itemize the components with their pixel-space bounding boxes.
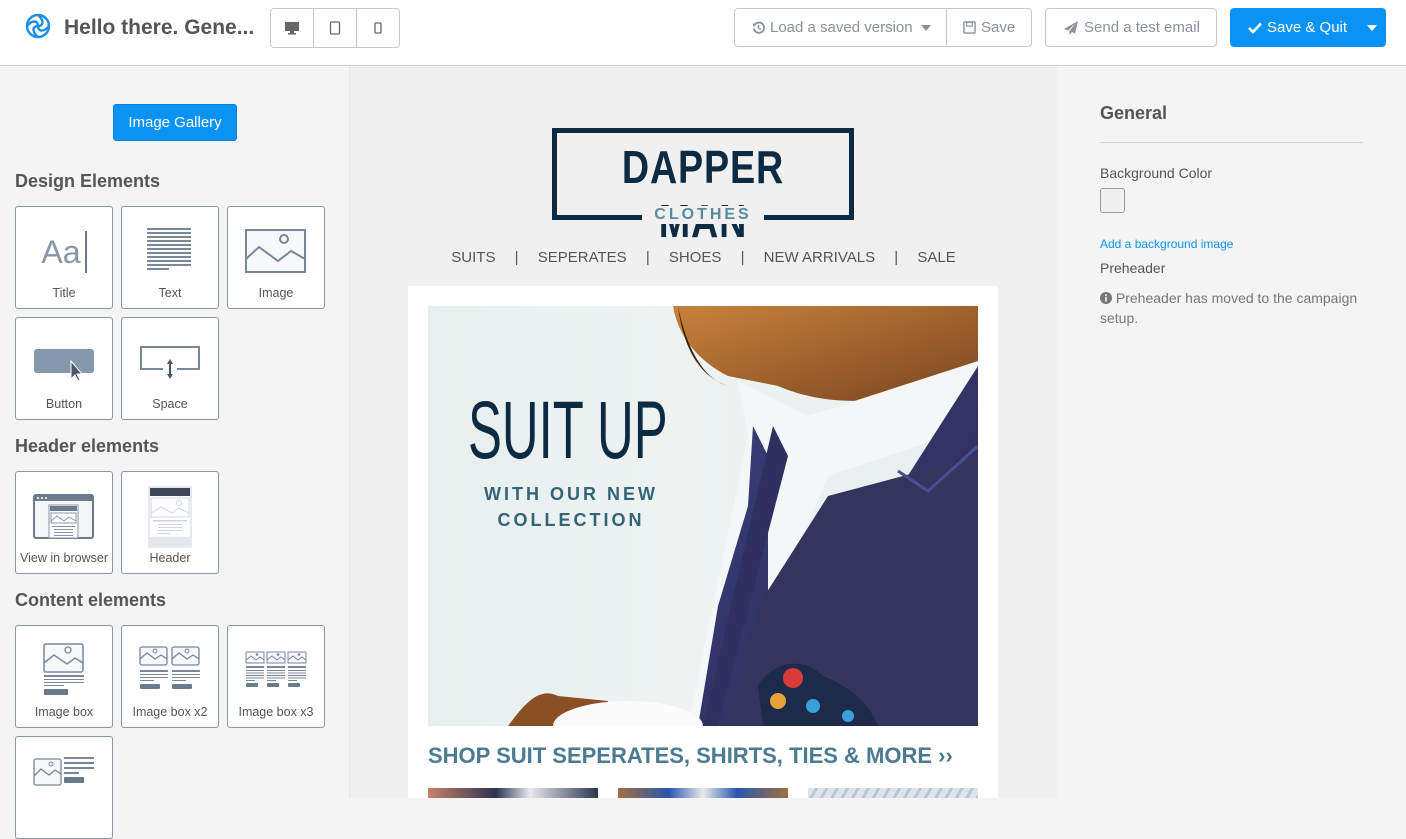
text-element-icon <box>147 228 191 270</box>
save-options-dropdown[interactable] <box>1358 24 1386 31</box>
hero-banner-image[interactable]: SUIT UP WITH OUR NEW COLLECTION <box>428 306 978 726</box>
element-tile-label: Image <box>258 286 294 300</box>
save-and-quit-button[interactable]: Save & Quit <box>1230 19 1358 36</box>
preheader-info-text: Preheader has moved to the campaign setu… <box>1100 290 1358 326</box>
save-and-quit-label: Save & Quit <box>1267 19 1348 36</box>
element-tile-label: Title <box>52 286 76 300</box>
email-nav-menu: SUITS | SEPERATES | SHOES | NEW ARRIVALS… <box>350 249 1057 266</box>
version-button-group: Load a saved version Save <box>734 8 1032 47</box>
nav-separator: | <box>514 249 519 266</box>
mobile-preview-button[interactable] <box>357 9 399 47</box>
preheader-label: Preheader <box>1100 260 1166 276</box>
image-box-x2-icon <box>139 646 200 689</box>
element-tile-label: Image box x2 <box>132 705 208 719</box>
element-tile-image-box-x2[interactable]: Image box x2 <box>121 625 219 728</box>
image-text-icon <box>33 757 94 786</box>
element-tile-label: Header <box>149 551 191 565</box>
element-tile-label: Space <box>152 397 188 411</box>
floppy-disk-icon <box>963 21 976 34</box>
send-test-email-button[interactable]: Send a test email <box>1045 8 1217 47</box>
divider <box>1100 142 1363 143</box>
brand-logo[interactable]: DAPPER MAN CLOTHES <box>552 128 854 247</box>
general-heading: General <box>1100 103 1168 123</box>
element-tile-image-box-x3[interactable]: Image box x3 <box>227 625 325 728</box>
preheader-info: Preheader has moved to the campaign setu… <box>1100 288 1370 328</box>
nav-link-shoes[interactable]: SHOES <box>669 249 722 266</box>
email-content-block[interactable]: SUIT UP WITH OUR NEW COLLECTION SHOP SUI… <box>408 286 998 798</box>
chevron-down-icon <box>920 24 931 31</box>
element-tile-image[interactable]: Image <box>227 206 325 309</box>
brand-name: DAPPER MAN <box>621 141 785 247</box>
brand-subtitle: CLOTHES <box>642 206 764 224</box>
add-background-image-link[interactable]: Add a background image <box>1100 237 1233 251</box>
info-icon <box>1100 292 1112 304</box>
nav-link-suits[interactable]: SUITS <box>451 249 495 266</box>
product-thumbnail-3[interactable] <box>808 788 978 798</box>
save-button[interactable]: Save <box>947 9 1031 46</box>
image-box-icon <box>43 643 84 695</box>
title-element-icon: Aa <box>16 217 112 287</box>
background-color-swatch[interactable] <box>1100 188 1125 213</box>
element-tile-label: Text <box>158 286 182 300</box>
element-tile-image-box[interactable]: Image box <box>15 625 113 728</box>
hero-subline-1: WITH OUR NEW <box>484 484 658 504</box>
element-tile-image-text[interactable] <box>15 736 113 839</box>
tablet-icon <box>329 21 341 35</box>
checkmark-icon <box>1248 22 1262 34</box>
hero-subline: WITH OUR NEW COLLECTION <box>456 481 686 533</box>
desktop-icon <box>285 22 299 35</box>
product-thumbnail-2[interactable] <box>618 788 788 798</box>
top-bar: Hello there. Gene... Load a saved versio… <box>0 0 1406 66</box>
space-element-icon <box>140 346 200 379</box>
element-tile-label: Image box <box>34 705 94 719</box>
image-gallery-button[interactable]: Image Gallery <box>113 104 237 141</box>
image-element-icon <box>245 229 306 273</box>
email-canvas: DAPPER MAN CLOTHES SUITS | SEPERATES | S… <box>350 66 1057 798</box>
load-saved-version-button[interactable]: Load a saved version <box>735 9 947 46</box>
shop-cta-link[interactable]: SHOP SUIT SEPERATES, SHIRTS, TIES & MORE… <box>428 743 953 769</box>
elements-sidebar: Image Gallery Design Elements Aa Title T… <box>0 66 350 839</box>
element-tile-header[interactable]: Header <box>121 471 219 574</box>
hero-subline-2: COLLECTION <box>497 510 645 530</box>
nav-separator: | <box>894 249 899 266</box>
mobile-icon <box>374 22 382 34</box>
tablet-preview-button[interactable] <box>314 9 357 47</box>
element-tile-view-in-browser[interactable]: View in browser <box>15 471 113 574</box>
save-and-quit-button-group: Save & Quit <box>1230 8 1386 47</box>
product-thumbnail-1[interactable] <box>428 788 598 798</box>
element-tile-title[interactable]: Aa Title <box>15 206 113 309</box>
campaign-title: Hello there. Gene... <box>64 16 255 39</box>
element-tile-label: Image box x3 <box>238 705 314 719</box>
hero-headline: SUIT UP <box>468 385 668 476</box>
element-tile-text[interactable]: Text <box>121 206 219 309</box>
paper-plane-icon <box>1064 20 1078 35</box>
chevron-down-icon <box>1367 24 1377 31</box>
element-tile-button[interactable]: Button <box>15 317 113 420</box>
nav-link-sale[interactable]: SALE <box>917 249 955 266</box>
desktop-preview-button[interactable] <box>271 9 314 47</box>
send-test-email-label: Send a test email <box>1084 19 1200 36</box>
header-elements-heading: Header elements <box>15 436 160 456</box>
save-label: Save <box>981 19 1016 36</box>
image-box-x3-icon <box>245 651 307 687</box>
nav-link-new-arrivals[interactable]: NEW ARRIVALS <box>764 249 875 266</box>
nav-separator: | <box>645 249 650 266</box>
header-element-icon <box>148 486 192 548</box>
settings-panel: General Background Color Add a backgroun… <box>1057 66 1406 798</box>
nav-separator: | <box>740 249 745 266</box>
design-elements-heading: Design Elements <box>15 171 161 191</box>
history-icon <box>752 21 765 34</box>
nav-link-seperates[interactable]: SEPERATES <box>538 249 627 266</box>
app-logo-icon <box>25 13 51 39</box>
device-preview-switcher <box>270 8 400 48</box>
button-element-icon <box>34 349 94 381</box>
background-color-label: Background Color <box>1100 165 1213 181</box>
view-in-browser-icon <box>33 494 94 539</box>
content-elements-heading: Content elements <box>15 590 167 610</box>
element-tile-label: View in browser <box>19 551 108 565</box>
element-tile-label: Button <box>45 397 83 411</box>
element-tile-space[interactable]: Space <box>121 317 219 420</box>
load-saved-version-label: Load a saved version <box>770 19 913 36</box>
